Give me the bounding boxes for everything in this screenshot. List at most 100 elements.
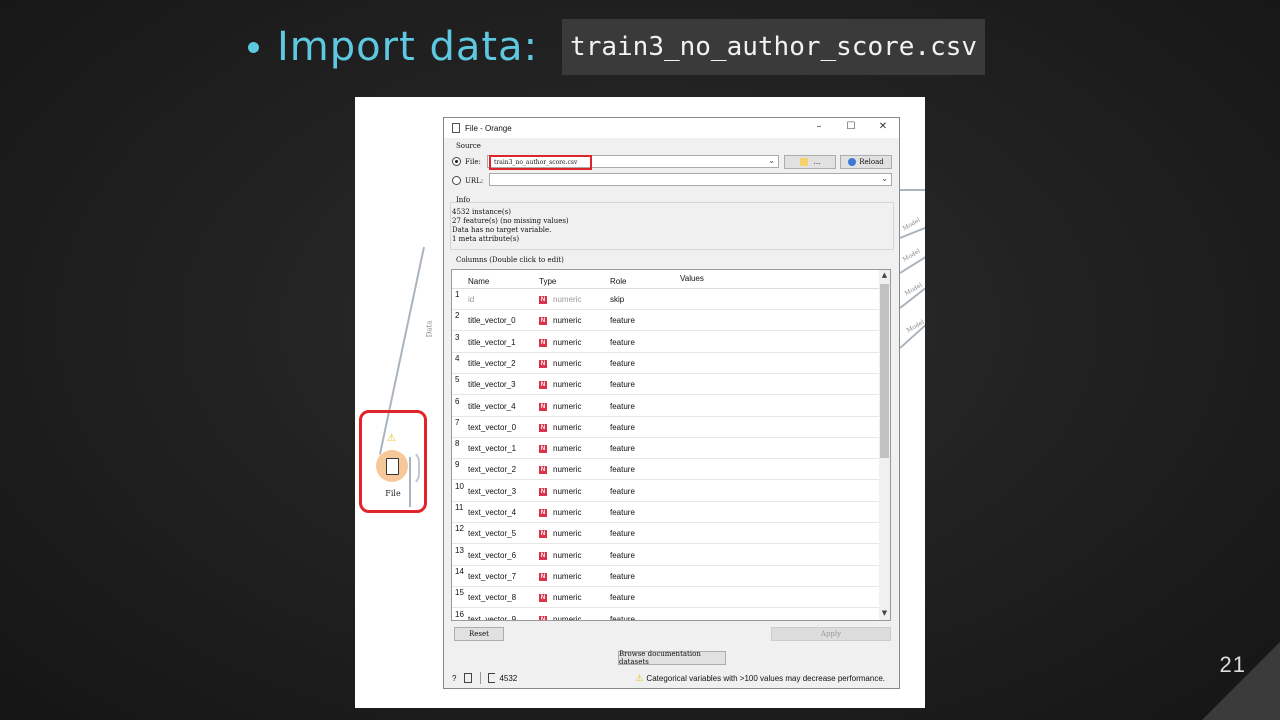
column-values-cell[interactable] [680, 352, 880, 373]
file-combo[interactable]: train3_no_author_score.csv ⌄ [487, 155, 779, 170]
scroll-thumb[interactable] [880, 284, 889, 458]
column-type-cell[interactable]: Nnumeric [539, 586, 610, 607]
table-row[interactable]: 14 text_vector_7 Nnumeric feature [452, 565, 880, 587]
column-name-cell[interactable]: text_vector_9 [468, 608, 539, 621]
table-row[interactable]: 6 title_vector_4 Nnumeric feature [452, 395, 880, 417]
column-values-cell[interactable] [680, 544, 880, 565]
column-role-cell[interactable]: feature [610, 522, 680, 543]
column-type-cell[interactable]: Nnumeric [539, 522, 610, 543]
column-values-cell[interactable] [680, 586, 880, 607]
table-row[interactable]: 13 text_vector_6 Nnumeric feature [452, 544, 880, 566]
column-type-cell[interactable]: Nnumeric [539, 437, 610, 458]
column-role-cell[interactable]: feature [610, 586, 680, 607]
column-role-cell[interactable]: feature [610, 437, 680, 458]
table-row[interactable]: 8 text_vector_1 Nnumeric feature [452, 437, 880, 460]
table-row[interactable]: 4 title_vector_2 Nnumeric feature [452, 352, 880, 374]
column-name-cell[interactable]: title_vector_2 [468, 352, 539, 373]
column-role-cell[interactable]: feature [610, 395, 680, 416]
column-name-cell[interactable]: text_vector_4 [468, 501, 539, 522]
column-values-cell[interactable] [680, 416, 880, 437]
column-values-cell[interactable] [680, 288, 880, 309]
column-values-cell[interactable] [680, 331, 880, 352]
browse-button[interactable]: ... [784, 155, 836, 169]
column-name-cell[interactable]: id [468, 288, 539, 309]
column-name-cell[interactable]: text_vector_6 [468, 544, 539, 565]
column-header-role[interactable]: Role [610, 270, 680, 288]
column-values-cell[interactable] [680, 373, 880, 394]
table-row[interactable]: 9 text_vector_2 Nnumeric feature [452, 458, 880, 481]
table-row[interactable]: 3 title_vector_1 Nnumeric feature [452, 331, 880, 353]
column-name-cell[interactable]: title_vector_0 [468, 309, 539, 330]
column-role-cell[interactable]: feature [610, 565, 680, 586]
column-values-cell[interactable] [680, 309, 880, 330]
table-row[interactable]: 5 title_vector_3 Nnumeric feature [452, 373, 880, 396]
column-name-cell[interactable]: text_vector_3 [468, 480, 539, 501]
minimize-button[interactable]: – [809, 121, 829, 132]
columns-table[interactable]: Name Type Role Values 1 id Nnumeric skip 2 ti… [451, 269, 891, 621]
column-role-cell[interactable]: feature [610, 373, 680, 394]
table-row[interactable]: 16 text_vector_9 Nnumeric feature [452, 608, 880, 621]
maximize-button[interactable]: ☐ [841, 121, 861, 132]
column-header-name[interactable]: Name [468, 270, 539, 288]
column-type-cell[interactable]: Nnumeric [539, 395, 610, 416]
column-type-cell[interactable]: Nnumeric [539, 373, 610, 394]
scroll-up-icon[interactable]: ▲ [879, 271, 890, 279]
file-radio[interactable] [452, 157, 461, 166]
column-values-cell[interactable] [680, 437, 880, 458]
column-role-cell[interactable]: feature [610, 309, 680, 330]
column-type-cell[interactable]: Nnumeric [539, 565, 610, 586]
report-icon[interactable] [464, 673, 473, 683]
column-type-cell[interactable]: Nnumeric [539, 416, 610, 437]
column-role-cell[interactable]: feature [610, 331, 680, 352]
column-type-cell[interactable]: Nnumeric [539, 288, 610, 309]
reload-button[interactable]: Reload [840, 155, 892, 169]
table-row[interactable]: 10 text_vector_3 Nnumeric feature [452, 480, 880, 502]
column-values-cell[interactable] [680, 608, 880, 621]
column-name-cell[interactable]: title_vector_4 [468, 395, 539, 416]
column-role-cell[interactable]: feature [610, 480, 680, 501]
column-header-values[interactable]: Values [680, 270, 880, 288]
column-type-cell[interactable]: Nnumeric [539, 544, 610, 565]
table-row[interactable]: 7 text_vector_0 Nnumeric feature [452, 416, 880, 438]
file-widget-node[interactable]: ⚠ File [359, 410, 427, 513]
column-role-cell[interactable]: feature [610, 416, 680, 437]
column-role-cell[interactable]: feature [610, 608, 680, 621]
url-combo[interactable]: ⌄ [489, 173, 892, 186]
column-type-cell[interactable]: Nnumeric [539, 501, 610, 522]
browse-documentation-datasets-button[interactable]: Browse documentation datasets [618, 650, 726, 666]
column-name-cell[interactable]: text_vector_5 [468, 522, 539, 543]
column-type-cell[interactable]: Nnumeric [539, 480, 610, 501]
column-values-cell[interactable] [680, 395, 880, 416]
table-row[interactable]: 1 id Nnumeric skip [452, 288, 880, 310]
column-name-cell[interactable]: text_vector_2 [468, 458, 539, 479]
column-name-cell[interactable]: text_vector_0 [468, 416, 539, 437]
table-row[interactable]: 12 text_vector_5 Nnumeric feature [452, 522, 880, 545]
scroll-down-icon[interactable]: ▼ [879, 609, 890, 617]
close-button[interactable]: ✕ [873, 121, 893, 132]
column-values-cell[interactable] [680, 480, 880, 501]
table-row[interactable]: 2 title_vector_0 Nnumeric feature [452, 309, 880, 332]
column-name-cell[interactable]: title_vector_3 [468, 373, 539, 394]
column-name-cell[interactable]: text_vector_8 [468, 586, 539, 607]
table-row[interactable]: 11 text_vector_4 Nnumeric feature [452, 501, 880, 523]
column-role-cell[interactable]: skip [610, 288, 680, 309]
column-name-cell[interactable]: title_vector_1 [468, 331, 539, 352]
column-values-cell[interactable] [680, 565, 880, 586]
reset-button[interactable]: Reset [454, 627, 504, 641]
column-role-cell[interactable]: feature [610, 544, 680, 565]
column-type-cell[interactable]: Nnumeric [539, 458, 610, 479]
column-name-cell[interactable]: text_vector_1 [468, 437, 539, 458]
table-scrollbar[interactable]: ▲ ▼ [879, 270, 890, 620]
column-header-type[interactable]: Type [539, 270, 610, 288]
column-role-cell[interactable]: feature [610, 458, 680, 479]
column-role-cell[interactable]: feature [610, 501, 680, 522]
column-values-cell[interactable] [680, 522, 880, 543]
column-type-cell[interactable]: Nnumeric [539, 331, 610, 352]
column-type-cell[interactable]: Nnumeric [539, 608, 610, 620]
column-type-cell[interactable]: Nnumeric [539, 309, 610, 330]
column-name-cell[interactable]: text_vector_7 [468, 565, 539, 586]
url-radio[interactable] [452, 176, 461, 185]
column-role-cell[interactable]: feature [610, 352, 680, 373]
column-type-cell[interactable]: Nnumeric [539, 352, 610, 373]
apply-button[interactable]: Apply [771, 627, 891, 641]
